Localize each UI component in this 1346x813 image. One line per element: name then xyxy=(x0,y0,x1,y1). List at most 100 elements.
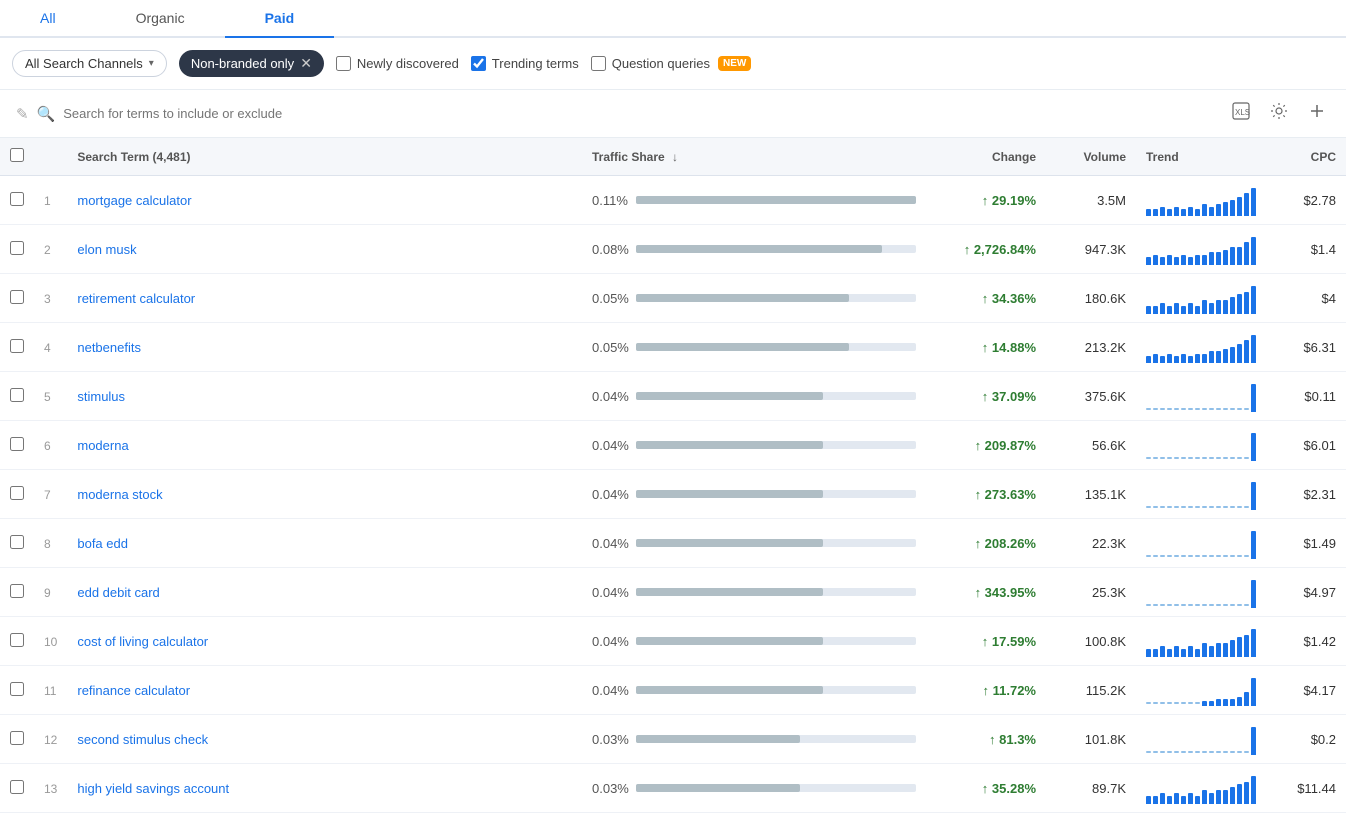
row-num-cell: 11 xyxy=(34,666,67,715)
trend-dot xyxy=(1202,604,1207,606)
term-link[interactable]: bofa edd xyxy=(77,536,128,551)
trend-bar xyxy=(1174,356,1179,363)
tab-all[interactable]: All xyxy=(0,0,96,38)
row-checkbox-cell[interactable] xyxy=(0,176,34,225)
row-checkbox[interactable] xyxy=(10,192,24,206)
trend-bar xyxy=(1244,782,1249,804)
row-checkbox[interactable] xyxy=(10,584,24,598)
change-cell: ↑ 11.72% xyxy=(926,666,1046,715)
trend-cell xyxy=(1136,568,1266,617)
trending-terms-filter[interactable]: Trending terms xyxy=(471,56,579,71)
term-link[interactable]: moderna xyxy=(77,438,128,453)
row-checkbox[interactable] xyxy=(10,437,24,451)
volume-cell: 56.6K xyxy=(1046,421,1136,470)
trend-bar xyxy=(1181,649,1186,657)
change-header[interactable]: Change xyxy=(926,138,1046,176)
term-link[interactable]: retirement calculator xyxy=(77,291,195,306)
row-checkbox-cell[interactable] xyxy=(0,372,34,421)
settings-button[interactable] xyxy=(1266,98,1292,129)
trend-bar xyxy=(1195,209,1200,216)
row-checkbox[interactable] xyxy=(10,388,24,402)
row-checkbox[interactable] xyxy=(10,780,24,794)
row-checkbox[interactable] xyxy=(10,633,24,647)
row-checkbox[interactable] xyxy=(10,682,24,696)
traffic-percent: 0.04% xyxy=(592,634,630,649)
trend-bar xyxy=(1223,790,1228,804)
row-checkbox[interactable] xyxy=(10,535,24,549)
row-checkbox-cell[interactable] xyxy=(0,519,34,568)
trend-dot xyxy=(1195,751,1200,753)
trend-bar xyxy=(1237,294,1242,314)
table-row: 4 netbenefits 0.05% ↑ 14.88% 213.2K $6.3… xyxy=(0,323,1346,372)
row-checkbox-cell[interactable] xyxy=(0,617,34,666)
row-checkbox[interactable] xyxy=(10,731,24,745)
change-cell: ↑ 209.87% xyxy=(926,421,1046,470)
newly-discovered-filter[interactable]: Newly discovered xyxy=(336,56,459,71)
export-excel-button[interactable]: XLS xyxy=(1228,98,1254,129)
row-checkbox-cell[interactable] xyxy=(0,274,34,323)
select-all-checkbox[interactable] xyxy=(10,148,24,162)
tab-organic[interactable]: Organic xyxy=(96,0,225,38)
row-checkbox[interactable] xyxy=(10,290,24,304)
term-link[interactable]: edd debit card xyxy=(77,585,159,600)
traffic-bar-container: 0.08% xyxy=(592,242,916,257)
trend-bar xyxy=(1251,531,1256,559)
question-queries-checkbox[interactable] xyxy=(591,56,606,71)
row-checkbox-cell[interactable] xyxy=(0,568,34,617)
channel-filter-btn[interactable]: All Search Channels ▾ xyxy=(12,50,167,77)
term-link[interactable]: second stimulus check xyxy=(77,732,208,747)
traffic-share-header[interactable]: Traffic Share ↓ xyxy=(582,138,926,176)
cpc-value: $1.4 xyxy=(1311,242,1336,257)
add-button[interactable] xyxy=(1304,98,1330,129)
trend-bar xyxy=(1209,793,1214,804)
trend-bar xyxy=(1230,247,1235,265)
trend-bar xyxy=(1188,793,1193,804)
row-checkbox-cell[interactable] xyxy=(0,470,34,519)
row-checkbox-cell[interactable] xyxy=(0,323,34,372)
trend-bar xyxy=(1230,297,1235,314)
row-checkbox-cell[interactable] xyxy=(0,715,34,764)
term-link[interactable]: netbenefits xyxy=(77,340,141,355)
volume-value: 56.6K xyxy=(1092,438,1126,453)
row-checkbox[interactable] xyxy=(10,486,24,500)
trend-chart xyxy=(1146,527,1256,559)
row-checkbox-cell[interactable] xyxy=(0,666,34,715)
term-link[interactable]: moderna stock xyxy=(77,487,162,502)
term-link[interactable]: cost of living calculator xyxy=(77,634,208,649)
trend-bar xyxy=(1244,193,1249,216)
row-checkbox-cell[interactable] xyxy=(0,225,34,274)
select-all-header[interactable] xyxy=(0,138,34,176)
trend-dot xyxy=(1230,751,1235,753)
trend-chart xyxy=(1146,478,1256,510)
term-link[interactable]: elon musk xyxy=(77,242,136,257)
trend-chart xyxy=(1146,331,1256,363)
question-queries-filter[interactable]: Question queries NEW xyxy=(591,56,752,71)
trend-dot xyxy=(1230,555,1235,557)
trend-bar xyxy=(1181,209,1186,216)
term-link[interactable]: high yield savings account xyxy=(77,781,229,796)
term-link[interactable]: mortgage calculator xyxy=(77,193,191,208)
row-checkbox[interactable] xyxy=(10,241,24,255)
tab-paid[interactable]: Paid xyxy=(225,0,335,38)
trend-dot xyxy=(1209,604,1214,606)
newly-discovered-checkbox[interactable] xyxy=(336,56,351,71)
trending-terms-checkbox[interactable] xyxy=(471,56,486,71)
row-checkbox[interactable] xyxy=(10,339,24,353)
close-icon[interactable]: ✕ xyxy=(300,55,312,72)
search-term-header[interactable]: Search Term (4,481) xyxy=(67,138,582,176)
traffic-bar-bg xyxy=(636,196,916,204)
trend-dot xyxy=(1195,457,1200,459)
term-cell: refinance calculator xyxy=(67,666,582,715)
trend-cell xyxy=(1136,617,1266,666)
nonbranded-chip[interactable]: Non-branded only ✕ xyxy=(179,50,324,77)
volume-value: 3.5M xyxy=(1097,193,1126,208)
row-checkbox-cell[interactable] xyxy=(0,764,34,813)
traffic-percent: 0.08% xyxy=(592,242,630,257)
row-checkbox-cell[interactable] xyxy=(0,421,34,470)
search-input[interactable] xyxy=(63,106,1220,121)
trend-dot xyxy=(1188,506,1193,508)
trend-bar xyxy=(1153,354,1158,363)
table-row: 3 retirement calculator 0.05% ↑ 34.36% 1… xyxy=(0,274,1346,323)
term-link[interactable]: refinance calculator xyxy=(77,683,190,698)
term-link[interactable]: stimulus xyxy=(77,389,125,404)
